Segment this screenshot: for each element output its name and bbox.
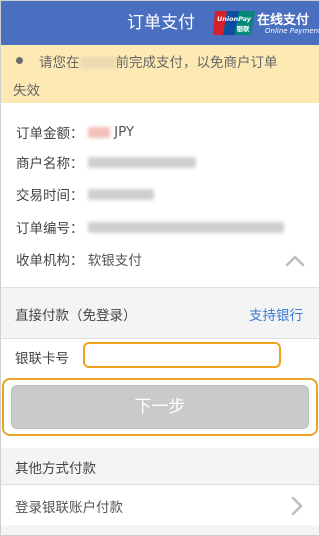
notice-text-after: 前完成支付，以免商户订单 — [115, 55, 278, 71]
direct-pay-header: 直接付款（免登录） 支持银行 — [1, 288, 319, 338]
order-number-label: 订单编号： — [16, 221, 84, 237]
bottom-strip — [1, 525, 319, 535]
other-methods-header: 其他方式付款 — [1, 448, 319, 484]
supported-banks-link[interactable]: 支持银行 — [249, 304, 303, 324]
next-step-button[interactable]: 下一步 — [11, 385, 309, 429]
chevron-up-icon[interactable] — [283, 252, 307, 268]
order-amount-row: 订单金额： JPY — [16, 122, 134, 142]
merchant-row: 商户名称： — [16, 152, 196, 172]
card-number-row: 银联卡号 — [1, 339, 319, 379]
unionpay-logo: UnionPay 银联 — [213, 11, 255, 35]
acquirer-row: 收单机构： 软银支付 — [16, 249, 142, 269]
amount-label: 订单金额： — [16, 126, 84, 142]
amount-currency: JPY — [114, 124, 135, 140]
chevron-right-icon — [291, 496, 303, 516]
notice-text-before: 请您在 — [39, 55, 80, 71]
login-account-pay-row[interactable]: 登录银联账户付款 — [1, 485, 319, 525]
page-title: 订单支付 — [127, 13, 195, 33]
notice-line-1: 请您在 前完成支付，以免商户订单 — [39, 51, 309, 75]
redacted-order-number — [87, 221, 284, 233]
card-number-input[interactable] — [83, 342, 281, 368]
notice-line-2: 失效 — [13, 83, 40, 99]
logo-text-top: UnionPay — [217, 15, 252, 23]
redacted-time — [87, 188, 154, 200]
direct-pay-label: 直接付款（免登录） — [15, 308, 137, 324]
deadline-notice: 请您在 前完成支付，以免商户订单 失效 — [1, 45, 319, 103]
merchant-label: 商户名称： — [16, 156, 84, 172]
time-label: 交易时间： — [16, 188, 84, 204]
login-account-pay-label: 登录银联账户付款 — [15, 500, 123, 516]
acquirer-value: 软银支付 — [87, 253, 142, 269]
card-number-label: 银联卡号 — [15, 351, 69, 367]
time-row: 交易时间： — [16, 184, 154, 204]
redacted-deadline — [79, 57, 116, 69]
logo-text-bottom: 银联 — [237, 24, 251, 33]
bullet-dot-icon — [16, 57, 23, 64]
header-bar: 订单支付 UnionPay 银联 在线支付 Online Payment — [1, 1, 320, 45]
redacted-merchant — [87, 156, 196, 168]
acquirer-label: 收单机构： — [16, 253, 84, 269]
redacted-amount — [87, 126, 110, 138]
other-methods-label: 其他方式付款 — [15, 461, 96, 477]
brand-subtitle: Online Payment — [265, 27, 320, 35]
brand-title: 在线支付 — [257, 13, 310, 28]
order-number-row: 订单编号： — [16, 217, 284, 237]
next-button-highlight: 下一步 — [2, 378, 318, 436]
